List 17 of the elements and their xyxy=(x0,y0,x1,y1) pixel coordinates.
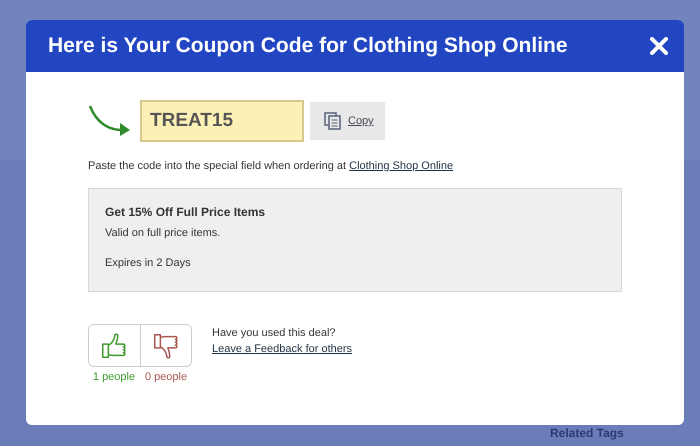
feedback-link[interactable]: Leave a Feedback for others xyxy=(212,343,352,355)
thumbs-down-button[interactable] xyxy=(140,325,191,366)
instruction-text: Paste the code into the special field when ordering at Clothing Shop Online xyxy=(88,160,454,172)
feedback-question: Have you used this deal? xyxy=(212,327,337,339)
arrow-icon xyxy=(88,104,132,138)
coupon-code-field[interactable]: TREAT15 xyxy=(140,100,304,142)
vote-count: 0 people xyxy=(144,371,188,383)
expiry-text: Expires in 2 Days xyxy=(105,257,192,269)
shop-link[interactable]: Clothing Shop Online xyxy=(349,160,454,172)
copy-button[interactable]: Copy xyxy=(310,102,385,140)
dialog-title: Here is Your Coupon Code for Clothing Shop Online xyxy=(48,34,568,58)
related-tags-heading: Related Tags xyxy=(550,426,624,440)
vote-count: 1 people xyxy=(92,371,136,383)
offer-title: Get 15% Off Full Price Items xyxy=(105,205,266,219)
close-icon[interactable] xyxy=(650,37,668,55)
offer-description: Valid on full price items. xyxy=(105,227,222,239)
copy-icon xyxy=(324,112,342,130)
